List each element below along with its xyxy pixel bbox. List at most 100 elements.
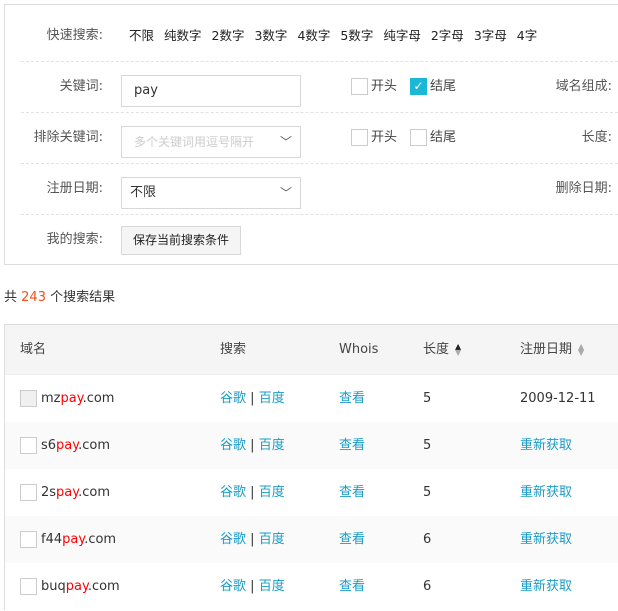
separator: | <box>250 579 255 594</box>
domain-prefix: mz <box>41 391 61 406</box>
domain-suffix: .com <box>78 485 111 500</box>
exclude-end-label: 结尾 <box>430 130 457 145</box>
exclude-end-checkbox[interactable] <box>410 129 427 146</box>
filter-panel: 快速搜索: 不限 纯数字 2数字 3数字 4数字 5数字 纯字母 2字母 3字母 4字 关键词: … <box>4 4 618 265</box>
whois-link[interactable]: 查看 <box>339 422 365 469</box>
row-checkbox[interactable] <box>20 531 37 548</box>
separator: | <box>250 532 255 547</box>
whois-link[interactable]: 查看 <box>339 469 365 516</box>
row-checkbox[interactable] <box>20 437 37 454</box>
domain-prefix: buq <box>41 579 66 594</box>
refetch-link[interactable]: 重新获取 <box>520 469 572 516</box>
domain-suffix: .com <box>82 391 115 406</box>
refetch-link[interactable]: 重新获取 <box>520 563 572 610</box>
row-checkbox[interactable] <box>20 484 37 501</box>
results-table: 域名 搜索 Whois 长度 ▲ ▼ 注册日期 ▲ ▼ mzpay.com 谷歌 | 百… <box>4 324 618 610</box>
google-link[interactable]: 谷歌 <box>220 579 246 594</box>
domain-prefix: 2s <box>41 485 57 500</box>
sort-icon: ▲ ▼ <box>455 341 462 357</box>
domain-suffix: .com <box>87 579 120 594</box>
exclude-placeholder: 多个关键词用逗号隔开 <box>134 135 255 149</box>
separator: | <box>250 438 255 453</box>
header-domain: 域名 <box>20 342 47 357</box>
keyword-row: 关键词: pay 开头 ✓ 结尾 域名组成: <box>21 61 618 113</box>
table-row: f44pay.com 谷歌 | 百度 查看 6 重新获取 <box>5 516 618 563</box>
google-link[interactable]: 谷歌 <box>220 532 246 547</box>
header-length[interactable]: 长度 ▲ ▼ <box>423 325 461 374</box>
google-link[interactable]: 谷歌 <box>220 391 246 406</box>
row-checkbox[interactable] <box>20 578 37 595</box>
exclude-row: 排除关键词: 多个关键词用逗号隔开 ﹀ 开头 结尾 长度: <box>21 112 618 164</box>
composition-label: 域名组成: <box>555 79 612 94</box>
keyword-end-label: 结尾 <box>430 79 457 94</box>
keyword-value: pay <box>134 83 158 98</box>
domain-keyword: pay <box>65 579 88 594</box>
domain-name: s6pay.com <box>41 422 110 469</box>
count-suffix: 个搜索结果 <box>50 290 116 305</box>
chevron-down-icon: ﹀ <box>279 186 292 200</box>
my-search-label: 我的搜索: <box>46 232 103 247</box>
row-checkbox <box>20 390 37 407</box>
exclude-start-checkbox[interactable] <box>351 129 368 146</box>
quick-option[interactable]: 纯数字 <box>164 28 202 43</box>
domain-length: 5 <box>423 391 432 406</box>
separator: | <box>250 391 255 406</box>
reg-date-row: 注册日期: 不限 ﹀ 删除日期: <box>21 163 618 215</box>
table-row: 2spay.com 谷歌 | 百度 查看 5 重新获取 <box>5 469 618 516</box>
domain-name: mzpay.com <box>41 375 114 422</box>
baidu-link[interactable]: 百度 <box>259 485 285 500</box>
whois-link[interactable]: 查看 <box>339 563 365 610</box>
reg-date: 2009-12-11 <box>520 391 596 406</box>
count-number: 243 <box>21 290 46 305</box>
table-row: s6pay.com 谷歌 | 百度 查看 5 重新获取 <box>5 422 618 469</box>
quick-search-options: 不限 纯数字 2数字 3数字 4数字 5数字 纯字母 2字母 3字母 4字 <box>129 10 537 61</box>
result-count: 共 243 个搜索结果 <box>4 286 115 305</box>
quick-option[interactable]: 2字母 <box>431 28 464 43</box>
quick-option[interactable]: 2数字 <box>212 28 245 43</box>
quick-search-row: 快速搜索: 不限 纯数字 2数字 3数字 4数字 5数字 纯字母 2字母 3字母 4字 <box>21 10 618 62</box>
quick-search-label: 快速搜索: <box>46 28 103 43</box>
search-links: 谷歌 | 百度 <box>220 375 285 422</box>
header-length-label: 长度 <box>423 342 450 357</box>
header-reg-date-label: 注册日期 <box>520 342 573 357</box>
google-link[interactable]: 谷歌 <box>220 485 246 500</box>
baidu-link[interactable]: 百度 <box>259 438 285 453</box>
domain-keyword: pay <box>56 485 79 500</box>
sort-icon: ▲ ▼ <box>578 341 585 357</box>
separator: | <box>250 485 255 500</box>
refetch-link[interactable]: 重新获取 <box>520 516 572 563</box>
delete-date-label: 删除日期: <box>555 181 612 196</box>
baidu-link[interactable]: 百度 <box>259 391 285 406</box>
refetch-link[interactable]: 重新获取 <box>520 422 572 469</box>
quick-option[interactable]: 5数字 <box>340 28 373 43</box>
domain-prefix: f44 <box>41 532 63 547</box>
search-links: 谷歌 | 百度 <box>220 422 285 469</box>
quick-option[interactable]: 3字母 <box>474 28 507 43</box>
header-reg-date[interactable]: 注册日期 ▲ ▼ <box>520 325 584 374</box>
search-links: 谷歌 | 百度 <box>220 563 285 610</box>
baidu-link[interactable]: 百度 <box>259 579 285 594</box>
quick-option[interactable]: 3数字 <box>254 28 287 43</box>
baidu-link[interactable]: 百度 <box>259 532 285 547</box>
quick-option[interactable]: 纯字母 <box>383 28 421 43</box>
whois-link[interactable]: 查看 <box>339 516 365 563</box>
domain-name: buqpay.com <box>41 563 120 610</box>
exclude-keyword-input[interactable]: 多个关键词用逗号隔开 ﹀ <box>121 126 301 158</box>
reg-date-select[interactable]: 不限 ﹀ <box>121 177 301 209</box>
domain-suffix: .com <box>84 532 117 547</box>
header-whois: Whois <box>339 342 379 357</box>
quick-option[interactable]: 不限 <box>129 28 154 43</box>
quick-option[interactable]: 4数字 <box>297 28 330 43</box>
my-search-row: 我的搜索: 保存当前搜索条件 <box>21 214 618 265</box>
keyword-input[interactable]: pay <box>121 75 301 107</box>
whois-link[interactable]: 查看 <box>339 375 365 422</box>
search-links: 谷歌 | 百度 <box>220 469 285 516</box>
save-search-button[interactable]: 保存当前搜索条件 <box>121 226 242 255</box>
count-prefix: 共 <box>4 290 18 305</box>
google-link[interactable]: 谷歌 <box>220 438 246 453</box>
quick-option[interactable]: 4字 <box>517 28 537 43</box>
reg-date-label: 注册日期: <box>46 181 103 196</box>
check-icon: ✓ <box>413 79 424 93</box>
keyword-end-checkbox[interactable]: ✓ <box>410 78 427 95</box>
keyword-start-checkbox[interactable] <box>351 78 368 95</box>
